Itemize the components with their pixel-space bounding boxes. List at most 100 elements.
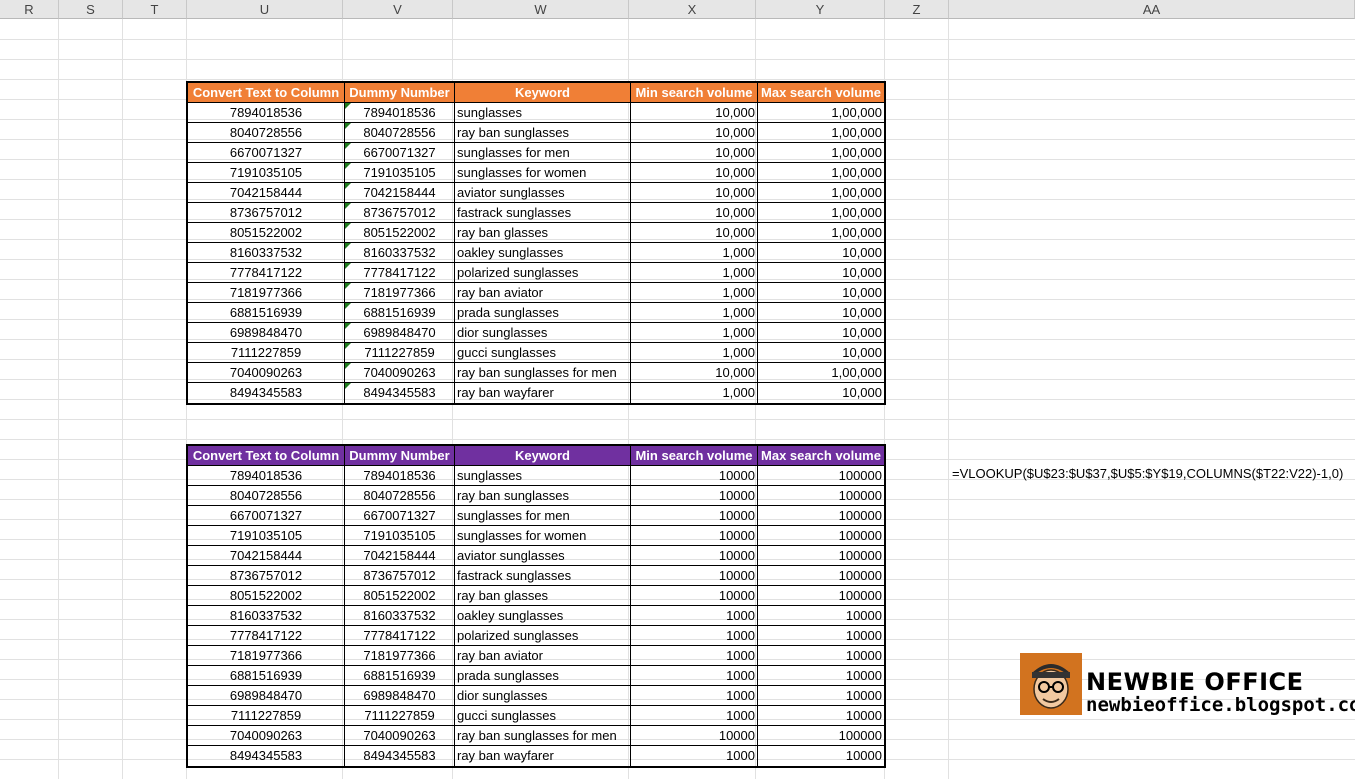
cell-min-volume[interactable]: 1000	[631, 666, 758, 686]
column-header[interactable]: W	[453, 0, 629, 19]
cell-keyword[interactable]: oakley sunglasses	[455, 243, 631, 263]
number-stored-as-text-indicator-icon[interactable]	[345, 123, 351, 129]
cell-dummy-number[interactable]: 7042158444	[345, 546, 455, 566]
cell-dummy-number[interactable]: 8051522002	[345, 586, 455, 606]
cell-keyword[interactable]: ray ban aviator	[455, 283, 631, 303]
cell-max-volume[interactable]: 100000	[758, 566, 884, 586]
cell-max-volume[interactable]: 1,00,000	[758, 363, 884, 383]
cell-max-volume[interactable]: 100000	[758, 586, 884, 606]
cell-min-volume[interactable]: 1000	[631, 686, 758, 706]
cell-keyword[interactable]: ray ban sunglasses	[455, 123, 631, 143]
cell-min-volume[interactable]: 1000	[631, 626, 758, 646]
cell-max-volume[interactable]: 10000	[758, 746, 884, 766]
header-min-volume[interactable]: Min search volume	[631, 446, 758, 466]
cell-dummy-number[interactable]: 8040728556	[345, 486, 455, 506]
number-stored-as-text-indicator-icon[interactable]	[345, 343, 351, 349]
column-header[interactable]: Z	[885, 0, 949, 19]
cell-dummy-number[interactable]: 8494345583	[345, 746, 455, 766]
cell-dummy-number[interactable]: 7778417122	[345, 263, 455, 283]
cell-dummy-number[interactable]: 7894018536	[345, 466, 455, 486]
cell-keyword[interactable]: ray ban glasses	[455, 223, 631, 243]
cell-convert-text[interactable]: 6670071327	[188, 143, 345, 163]
cell-dummy-number[interactable]: 7111227859	[345, 706, 455, 726]
number-stored-as-text-indicator-icon[interactable]	[345, 383, 351, 389]
cell-keyword[interactable]: prada sunglasses	[455, 666, 631, 686]
cell-convert-text[interactable]: 6989848470	[188, 323, 345, 343]
cell-min-volume[interactable]: 10,000	[631, 223, 758, 243]
cell-keyword[interactable]: ray ban sunglasses for men	[455, 726, 631, 746]
number-stored-as-text-indicator-icon[interactable]	[345, 263, 351, 269]
cell-min-volume[interactable]: 1000	[631, 646, 758, 666]
cell-dummy-number[interactable]: 7040090263	[345, 363, 455, 383]
cell-convert-text[interactable]: 8051522002	[188, 586, 345, 606]
column-header[interactable]: T	[123, 0, 187, 19]
cell-max-volume[interactable]: 10000	[758, 606, 884, 626]
cell-max-volume[interactable]: 10000	[758, 706, 884, 726]
column-header[interactable]: X	[629, 0, 756, 19]
cell-convert-text[interactable]: 7778417122	[188, 626, 345, 646]
header-max-volume[interactable]: Max search volume	[758, 83, 884, 103]
cell-max-volume[interactable]: 1,00,000	[758, 103, 884, 123]
header-keyword[interactable]: Keyword	[455, 446, 631, 466]
cell-max-volume[interactable]: 100000	[758, 546, 884, 566]
number-stored-as-text-indicator-icon[interactable]	[345, 283, 351, 289]
cell-convert-text[interactable]: 7191035105	[188, 526, 345, 546]
cell-min-volume[interactable]: 10000	[631, 586, 758, 606]
cell-convert-text[interactable]: 7181977366	[188, 283, 345, 303]
header-convert-text[interactable]: Convert Text to Column	[188, 83, 345, 103]
header-dummy-number[interactable]: Dummy Number	[345, 83, 455, 103]
cell-convert-text[interactable]: 7191035105	[188, 163, 345, 183]
cell-dummy-number[interactable]: 8494345583	[345, 383, 455, 403]
cell-dummy-number[interactable]: 7181977366	[345, 646, 455, 666]
cell-max-volume[interactable]: 10000	[758, 686, 884, 706]
cell-min-volume[interactable]: 10,000	[631, 183, 758, 203]
cell-dummy-number[interactable]: 6670071327	[345, 143, 455, 163]
header-min-volume[interactable]: Min search volume	[631, 83, 758, 103]
cell-convert-text[interactable]: 8040728556	[188, 486, 345, 506]
cell-min-volume[interactable]: 10000	[631, 726, 758, 746]
cell-keyword[interactable]: gucci sunglasses	[455, 706, 631, 726]
cell-keyword[interactable]: polarized sunglasses	[455, 263, 631, 283]
cell-convert-text[interactable]: 6670071327	[188, 506, 345, 526]
cell-keyword[interactable]: ray ban aviator	[455, 646, 631, 666]
cell-convert-text[interactable]: 7040090263	[188, 726, 345, 746]
cell-convert-text[interactable]: 7042158444	[188, 183, 345, 203]
cell-min-volume[interactable]: 1000	[631, 746, 758, 766]
cell-min-volume[interactable]: 10000	[631, 466, 758, 486]
cell-convert-text[interactable]: 8494345583	[188, 746, 345, 766]
cell-dummy-number[interactable]: 7894018536	[345, 103, 455, 123]
cell-dummy-number[interactable]: 7042158444	[345, 183, 455, 203]
cell-max-volume[interactable]: 1,00,000	[758, 183, 884, 203]
cell-keyword[interactable]: aviator sunglasses	[455, 546, 631, 566]
cell-keyword[interactable]: fastrack sunglasses	[455, 566, 631, 586]
cell-max-volume[interactable]: 10,000	[758, 263, 884, 283]
cell-convert-text[interactable]: 8494345583	[188, 383, 345, 403]
cell-max-volume[interactable]: 100000	[758, 726, 884, 746]
number-stored-as-text-indicator-icon[interactable]	[345, 323, 351, 329]
cell-dummy-number[interactable]: 6989848470	[345, 323, 455, 343]
cell-max-volume[interactable]: 10,000	[758, 303, 884, 323]
cell-min-volume[interactable]: 10000	[631, 546, 758, 566]
cell-min-volume[interactable]: 10,000	[631, 123, 758, 143]
cell-keyword[interactable]: ray ban sunglasses	[455, 486, 631, 506]
cell-min-volume[interactable]: 1,000	[631, 263, 758, 283]
cell-max-volume[interactable]: 100000	[758, 526, 884, 546]
column-header[interactable]: R	[0, 0, 59, 19]
cell-min-volume[interactable]: 1,000	[631, 303, 758, 323]
cell-dummy-number[interactable]: 6670071327	[345, 506, 455, 526]
cell-keyword[interactable]: prada sunglasses	[455, 303, 631, 323]
cell-max-volume[interactable]: 100000	[758, 506, 884, 526]
cell-keyword[interactable]: sunglasses for women	[455, 526, 631, 546]
cell-max-volume[interactable]: 10000	[758, 646, 884, 666]
cell-min-volume[interactable]: 10000	[631, 486, 758, 506]
number-stored-as-text-indicator-icon[interactable]	[345, 183, 351, 189]
cell-keyword[interactable]: sunglasses for men	[455, 143, 631, 163]
cell-dummy-number[interactable]: 7040090263	[345, 726, 455, 746]
cell-min-volume[interactable]: 10000	[631, 526, 758, 546]
cell-convert-text[interactable]: 6989848470	[188, 686, 345, 706]
cell-keyword[interactable]: sunglasses for women	[455, 163, 631, 183]
cell-convert-text[interactable]: 8736757012	[188, 566, 345, 586]
number-stored-as-text-indicator-icon[interactable]	[345, 163, 351, 169]
cell-dummy-number[interactable]: 7191035105	[345, 526, 455, 546]
cell-min-volume[interactable]: 1000	[631, 606, 758, 626]
